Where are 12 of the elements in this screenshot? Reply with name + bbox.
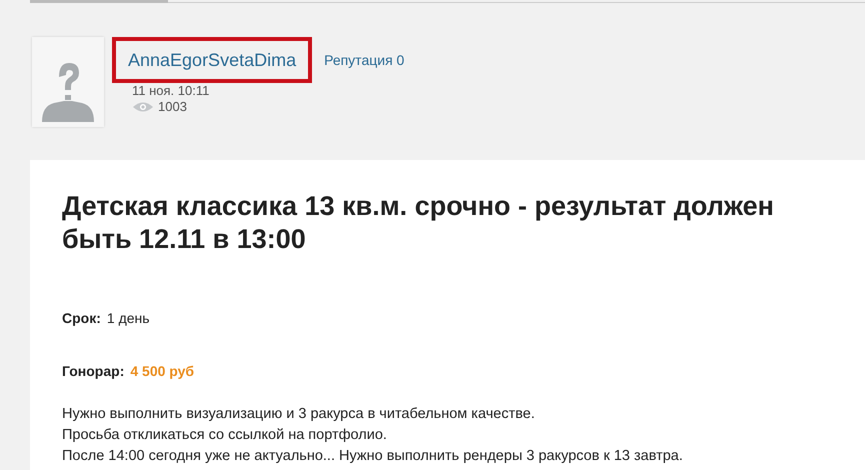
post-title: Детская классика 13 кв.м. срочно - результат должен быть 12.11 в 13:00 <box>62 190 775 256</box>
field-label: Срок: <box>62 310 101 326</box>
avatar-icon <box>32 37 104 127</box>
post-date: 11 ноя. 10:11 <box>131 83 210 99</box>
reputation-link[interactable]: Репутация 0 <box>324 50 404 70</box>
post-description: Нужно выполнить визуализацию и 3 ракурса в читабельном качестве. Просьба откликаться со ссылкой на портфолио. После 14:00 сегодня уже не актуально... Нужно выполнить рендеры 3 ракурсов к 13 завтра. <box>62 405 684 466</box>
field-label: Гонорар: <box>62 363 124 379</box>
author-name-link[interactable]: AnnaEgorSvetaDima <box>112 37 312 83</box>
eye-icon <box>132 101 154 113</box>
price-value: 4 500 руб <box>130 363 194 379</box>
field-value: 1 день <box>106 310 150 326</box>
view-count: 1003 <box>158 99 187 115</box>
